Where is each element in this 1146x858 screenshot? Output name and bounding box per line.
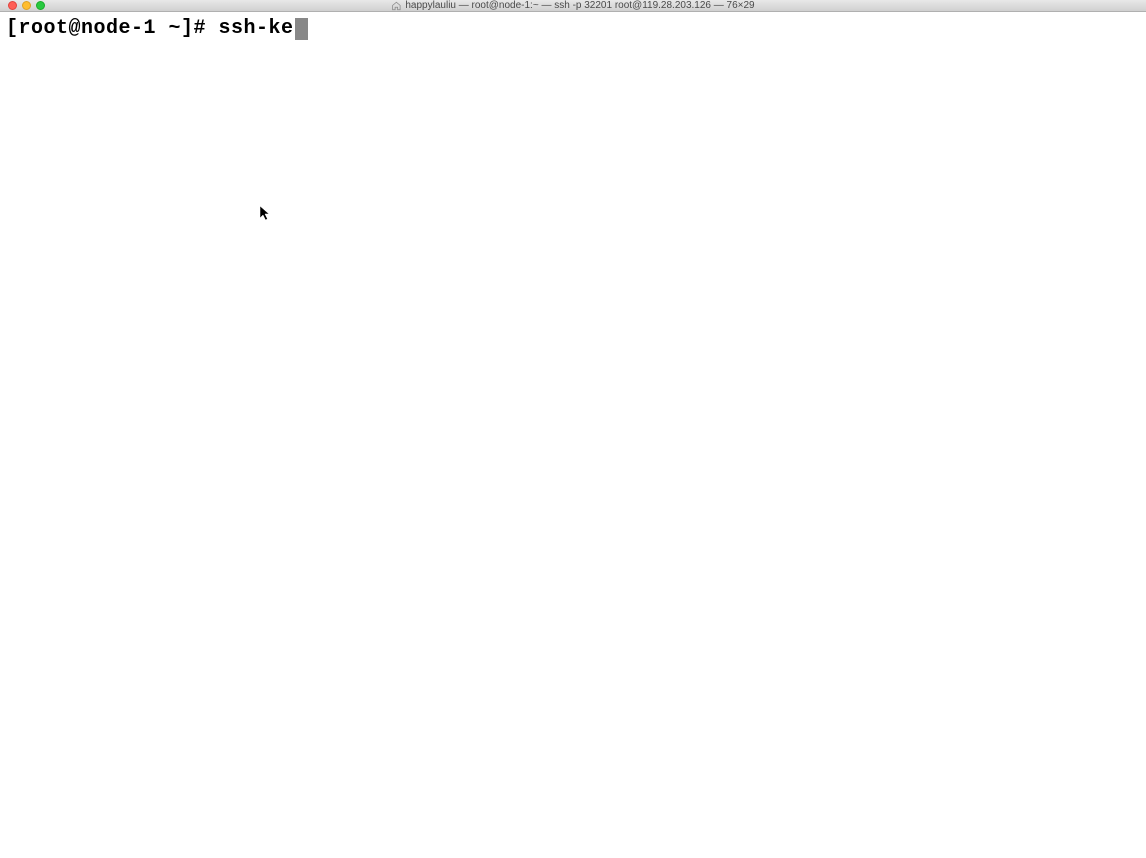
home-icon <box>391 1 401 11</box>
mouse-pointer-icon <box>259 205 273 223</box>
window-controls <box>0 1 45 10</box>
window-title-text: happylauliu — root@node-1:~ — ssh -p 322… <box>405 0 754 11</box>
close-button[interactable] <box>8 1 17 10</box>
maximize-button[interactable] <box>36 1 45 10</box>
window-title: happylauliu — root@node-1:~ — ssh -p 322… <box>391 0 754 11</box>
terminal-body[interactable]: [root@node-1 ~]# ssh-ke <box>0 12 1146 46</box>
minimize-button[interactable] <box>22 1 31 10</box>
prompt-line: [root@node-1 ~]# ssh-ke <box>6 16 1140 42</box>
cursor <box>295 18 308 40</box>
shell-prompt: [root@node-1 ~]# <box>6 16 219 42</box>
command-input[interactable]: ssh-ke <box>219 16 294 42</box>
window-titlebar: happylauliu — root@node-1:~ — ssh -p 322… <box>0 0 1146 12</box>
